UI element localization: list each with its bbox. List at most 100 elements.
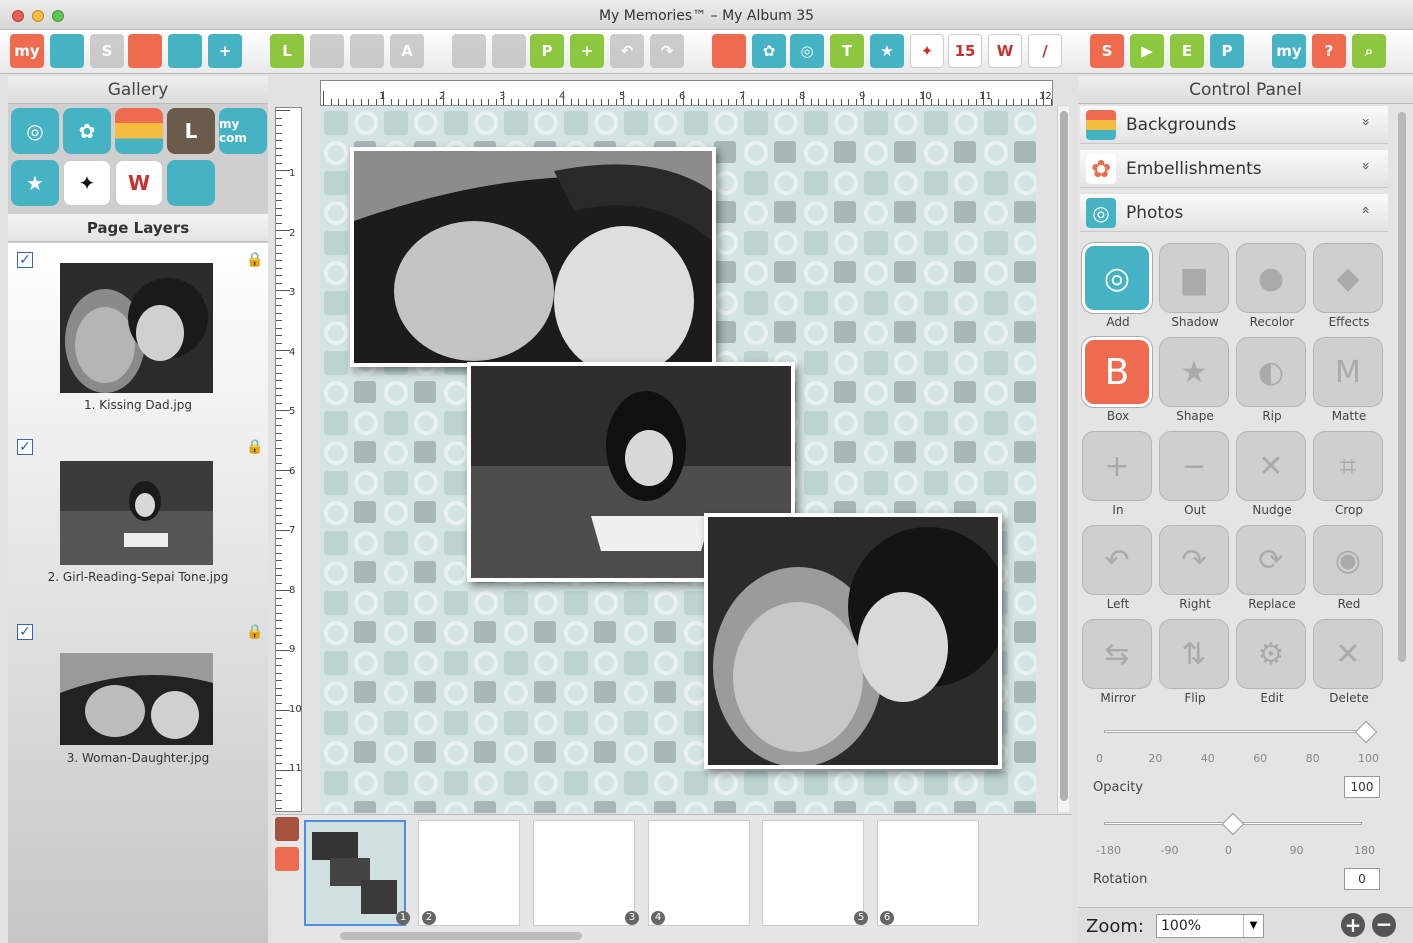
spell-check-button[interactable]: S [1090,34,1124,68]
canvas-vertical-scrollbar[interactable] [1057,107,1069,812]
grid-button[interactable] [350,34,384,68]
layouts-button[interactable]: L [270,34,304,68]
export-button[interactable]: E [1170,34,1204,68]
photos-button[interactable]: ◎ [790,34,824,68]
control-panel-scrollbar[interactable] [1398,112,1406,662]
close-window-button[interactable] [12,10,24,22]
page-button[interactable]: P [530,34,564,68]
tool-nudge[interactable]: ✕ Nudge [1236,431,1308,521]
tool-matte[interactable]: M Matte [1313,337,1385,427]
opacity-value-field[interactable]: 100 [1344,776,1380,798]
layer-2-lock-icon[interactable]: 🔒 [246,439,263,455]
text-style-button[interactable]: A [390,34,424,68]
opacity-slider-track[interactable] [1104,730,1366,733]
layer-1-checkbox[interactable]: ✓ [17,252,33,268]
layer-3-lock-icon[interactable]: 🔒 [246,624,263,640]
brush-button[interactable]: / [1028,34,1062,68]
scrollbar-thumb[interactable] [1060,111,1068,801]
tool-add[interactable]: ◎ Add [1082,243,1154,333]
search-button[interactable]: ⌕ [1352,34,1386,68]
save-button[interactable]: S [90,34,124,68]
star-gallery-icon[interactable]: ★ [11,160,59,206]
download-button[interactable] [168,34,202,68]
help-button[interactable]: ? [1312,34,1346,68]
filmstrip-page-2[interactable] [418,820,520,926]
photo-kissing-dad[interactable] [704,513,1002,769]
tool-shadow[interactable]: ▆ Shadow [1159,243,1231,333]
grid-gallery-icon[interactable] [167,160,215,206]
single-page-view-icon[interactable] [275,817,299,841]
tool-shape[interactable]: ★ Shape [1159,337,1231,427]
zoom-out-icon[interactable]: − [1372,913,1396,937]
embellishments-button[interactable]: ✿ [752,34,786,68]
tool-crop[interactable]: ⌗ Crop [1313,431,1385,521]
filmstrip-page-4[interactable] [648,820,750,926]
shapes-button[interactable]: ✦ [910,34,944,68]
layouts-gallery-icon[interactable]: L [167,108,215,154]
tool-red[interactable]: ◉ Red [1313,525,1385,615]
backgrounds-section[interactable]: Backgrounds » [1080,106,1388,144]
tool-in[interactable]: + In [1082,431,1154,521]
calendar-button[interactable]: 15 [948,34,982,68]
tool-recolor[interactable]: ● Recolor [1236,243,1308,333]
layer-1-lock-icon[interactable]: 🔒 [246,252,263,268]
layer-2-checkbox[interactable]: ✓ [17,439,33,455]
layer-3-thumbnail[interactable] [60,653,213,745]
tool-mirror[interactable]: ⇆ Mirror [1082,619,1154,709]
photo-gallery-icon[interactable]: ◎ [11,108,59,154]
tool-rip[interactable]: ◐ Rip [1236,337,1308,427]
stickers-button[interactable]: ★ [870,34,904,68]
copy-page-button[interactable] [452,34,486,68]
redo-button[interactable]: ↷ [650,34,684,68]
stripes-gallery-icon[interactable] [115,108,163,154]
backgrounds-button[interactable] [712,34,746,68]
embellishments-section[interactable]: ✿ Embellishments » [1080,150,1388,188]
chevron-down-icon[interactable]: ▼ [1243,915,1263,937]
flower-gallery-icon[interactable]: ✿ [63,108,111,154]
tool-edit[interactable]: ⚙ Edit [1236,619,1308,709]
tool-flip[interactable]: ⇅ Flip [1159,619,1231,709]
photos-section[interactable]: ◎ Photos « [1080,194,1388,232]
photo-woman-daughter[interactable] [350,147,716,367]
layer-1-thumbnail[interactable] [60,263,213,393]
zoom-window-button[interactable] [52,10,64,22]
butterfly-gallery-icon[interactable]: ✦ [63,160,111,206]
insert-page-button[interactable]: + [570,34,604,68]
zoom-select[interactable]: 100% ▼ [1156,914,1264,938]
undo-button[interactable]: ↶ [610,34,644,68]
tool-right[interactable]: ↷ Right [1159,525,1231,615]
print-button[interactable]: P [1210,34,1244,68]
tool-effects[interactable]: ◆ Effects [1313,243,1385,333]
add-page-button[interactable]: + [208,34,242,68]
rotation-value-field[interactable]: 0 [1344,868,1380,890]
minimize-window-button[interactable] [32,10,44,22]
tool-out[interactable]: − Out [1159,431,1231,521]
paste-page-button[interactable] [492,34,526,68]
page-canvas[interactable] [320,107,1036,813]
zoom-in-icon[interactable]: + [1341,913,1365,937]
word-art-gallery-icon[interactable]: W [115,160,163,206]
filmstrip-scrollbar[interactable] [340,932,582,940]
my-com-gallery-icon[interactable]: my com [219,108,267,154]
online-button[interactable]: my [1272,34,1306,68]
layer-2-thumbnail[interactable] [60,461,213,565]
word-art-button[interactable]: W [988,34,1022,68]
ruler-button[interactable] [310,34,344,68]
tool-delete[interactable]: ✕ Delete [1313,619,1385,709]
filmstrip-page-3[interactable] [533,820,635,926]
tool-box[interactable]: B Box [1082,337,1154,427]
video-button[interactable]: ▶ [1130,34,1164,68]
book-view-icon[interactable] [275,847,299,871]
my-logo-button[interactable]: my [10,34,44,68]
opacity-slider-knob[interactable] [1354,720,1378,744]
rotation-slider-knob[interactable] [1221,812,1245,836]
filmstrip-page-1[interactable] [304,820,406,926]
tool-left[interactable]: ↶ Left [1082,525,1154,615]
tool-replace[interactable]: ⟳ Replace [1236,525,1308,615]
filmstrip-page-6[interactable] [877,820,979,926]
layer-3-checkbox[interactable]: ✓ [17,624,33,640]
layout-button[interactable] [128,34,162,68]
text-button[interactable]: T [830,34,864,68]
open-folder-button[interactable] [50,34,84,68]
filmstrip-page-5[interactable] [762,820,864,926]
